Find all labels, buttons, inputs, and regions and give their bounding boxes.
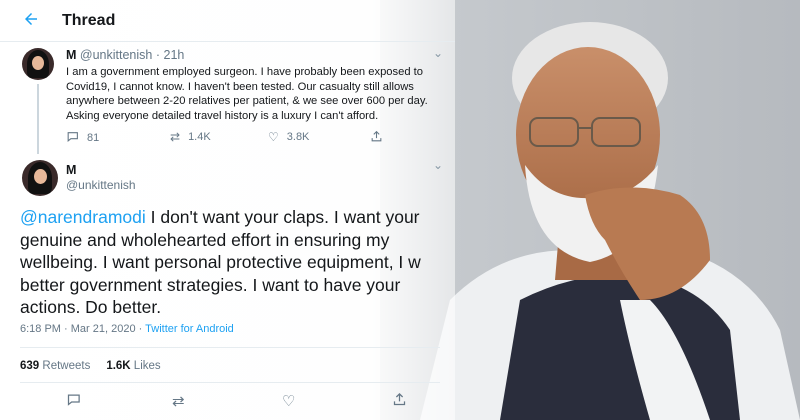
tweet-time: 21h [163,48,185,62]
arrow-left-icon[interactable] [22,10,44,32]
share-icon [370,130,383,146]
page-title: Thread [62,12,116,29]
author-handle[interactable]: @unkittenish [66,178,136,192]
retweet-icon: ⇄ [170,130,181,144]
divider [20,382,440,383]
tweet-timestamp[interactable]: 6:18 PM · Mar 21, 2020 · [20,323,145,335]
chevron-down-icon[interactable]: ⌄ [433,158,443,172]
share-button[interactable] [370,130,391,146]
like-button[interactable]: ♡ 3.8K [268,130,309,144]
retweets-stat[interactable]: 639 Retweets [20,360,90,372]
reply-icon[interactable] [66,392,81,411]
heart-icon: ♡ [268,130,279,144]
thread-connector-line [37,84,39,154]
chevron-down-icon[interactable]: ⌄ [433,46,443,60]
tweet-thread-panel: Thread M @unkittenish · 21h ⌄ I am a gov… [0,0,455,420]
like-count: 3.8K [286,131,310,143]
share-icon[interactable] [392,392,407,411]
heart-icon[interactable]: ♡ [282,392,295,410]
reply-count: 81 [87,132,100,144]
retweet-icon[interactable]: ⇄ [172,392,185,410]
author-name: M [66,48,77,62]
tweet-text: I am a government employed surgeon. I ha… [66,66,428,122]
avatar[interactable] [22,160,58,196]
avatar[interactable] [22,48,54,80]
thread-header: Thread [0,0,455,42]
author-name[interactable]: M [66,163,76,177]
retweet-count: 1.4K [188,131,211,143]
reply-icon [66,130,79,146]
mention-link[interactable]: @narendramodi [20,207,146,227]
retweet-button[interactable]: ⇄ 1.4K [170,130,211,144]
divider [20,347,440,348]
likes-stat[interactable]: 1.6K Likes [106,360,160,372]
tweet-text: @narendramodi I don't want your claps. I… [20,206,440,319]
tweet-source-link[interactable]: Twitter for Android [145,323,234,335]
tweet-author[interactable]: M @unkittenish · 21h [66,48,184,62]
reply-button[interactable]: 81 [66,130,99,146]
tweet-stats: 639 Retweets 1.6K Likes [20,360,161,372]
tweet-meta: 6:18 PM · Mar 21, 2020 · Twitter for And… [20,323,234,335]
author-handle: @unkittenish [79,48,153,62]
